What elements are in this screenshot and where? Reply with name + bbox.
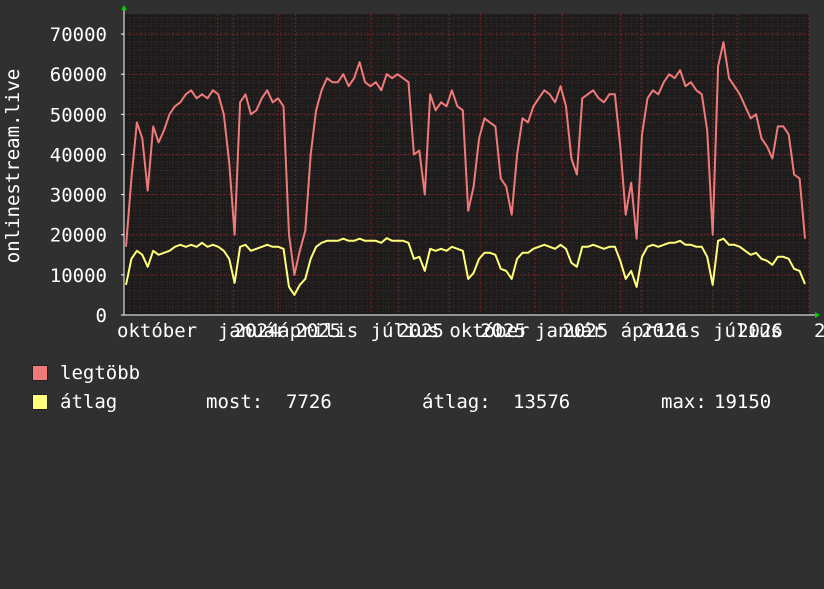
y-tick-label: 30000 — [50, 185, 107, 207]
y-axis-arrow — [121, 5, 127, 10]
x-axis-arrow — [815, 312, 820, 318]
y-tick-labels: 0 10000 20000 30000 40000 50000 60000 70000 — [50, 24, 107, 327]
x-tick-label: 2026 — [737, 320, 783, 342]
y-axis-label: onlinestream.live — [2, 69, 24, 263]
x-tick-labels: október január2024április2025 július2025 ok… — [117, 320, 824, 342]
legend-label-avg: átlag — [60, 391, 118, 413]
stat-current-value: 7726 — [286, 391, 332, 413]
x-tick-label: október — [117, 320, 197, 342]
legend-swatch-avg — [32, 394, 48, 410]
legend-swatch-max — [32, 365, 48, 381]
stat-average-value: 13576 — [513, 391, 571, 413]
x-tick-label: 2 — [814, 320, 824, 342]
x-tick-label: 2025 — [480, 320, 526, 342]
x-tick-label: 2024 — [234, 320, 280, 342]
y-tick-label: 60000 — [50, 64, 107, 86]
x-tick-label: 2026 — [641, 320, 687, 342]
legend-label-max: legtöbb — [60, 362, 141, 384]
y-tick-label: 50000 — [50, 104, 107, 126]
y-tick-label: 0 — [96, 305, 107, 327]
x-tick-label: 2025 — [562, 320, 608, 342]
y-tick-label: 10000 — [50, 265, 107, 287]
legend-item-avg: átlag most: 7726 átlag: 13576 max: 19150 — [32, 391, 812, 413]
stat-max-label: max: — [661, 391, 707, 413]
stat-average-label: átlag: — [422, 391, 491, 413]
stat-current-label: most: — [206, 391, 264, 413]
stat-max-value: 19150 — [714, 391, 772, 413]
y-tick-label: 40000 — [50, 144, 107, 166]
legend-item-max: legtöbb — [32, 362, 140, 384]
x-tick-label: 2025 — [398, 320, 444, 342]
y-tick-label: 70000 — [50, 24, 107, 46]
y-tick-label: 20000 — [50, 225, 107, 247]
x-tick-label: 2025 — [295, 320, 341, 342]
